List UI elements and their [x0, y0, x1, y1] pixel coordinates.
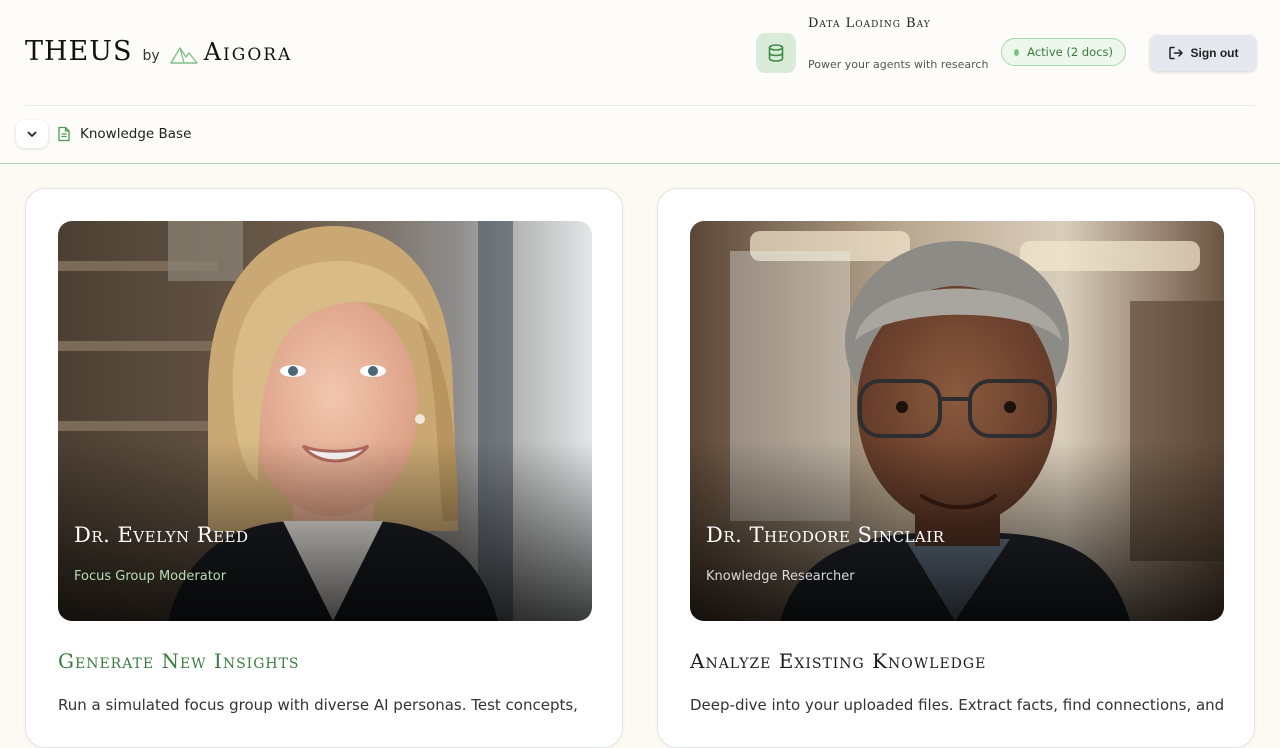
moderator-photo	[58, 221, 592, 621]
status-dot-icon	[1014, 48, 1020, 56]
sign-out-label: Sign out	[1190, 46, 1239, 60]
knowledge-base-bar: Knowledge Base	[0, 106, 1280, 163]
knowledge-base-label[interactable]: Knowledge Base	[80, 126, 191, 142]
section-divider	[0, 163, 1280, 164]
chevron-down-icon	[27, 131, 37, 137]
focus-group-card[interactable]: Dr. Evelyn Reed Focus Group Moderator Ge…	[25, 188, 623, 748]
status-label: Active (2 docs)	[1027, 45, 1113, 59]
card-title: Generate New Insights	[58, 649, 300, 673]
card-description: Deep-dive into your uploaded files. Extr…	[690, 696, 1225, 714]
data-bay-subtitle: Power your agents with research	[808, 58, 989, 71]
database-icon-tile	[756, 33, 796, 73]
mountain-logo-icon	[169, 46, 198, 64]
sign-out-button[interactable]: Sign out	[1150, 35, 1256, 71]
company-name: Aigora	[203, 38, 293, 66]
card-title: Analyze Existing Knowledge	[690, 649, 987, 673]
database-icon	[768, 44, 784, 62]
knowledge-research-card[interactable]: Dr. Theodore Sinclair Knowledge Research…	[657, 188, 1255, 748]
knowledge-base-toggle[interactable]	[16, 120, 48, 148]
status-badge: Active (2 docs)	[1001, 38, 1126, 66]
persona-role: Knowledge Researcher	[706, 569, 855, 584]
brand-by: by	[142, 48, 160, 64]
sign-out-icon	[1168, 46, 1183, 60]
brand-logo[interactable]: THEUS by Aigora	[25, 36, 292, 67]
persona-role: Focus Group Moderator	[74, 569, 227, 584]
brand-name: THEUS	[25, 36, 133, 67]
document-icon	[58, 126, 70, 142]
persona-name: Dr. Evelyn Reed	[74, 523, 249, 547]
researcher-photo	[690, 221, 1224, 621]
card-description: Run a simulated focus group with diverse…	[58, 696, 578, 714]
data-bay-title: Data Loading Bay	[808, 16, 931, 31]
moderator-portrait: Dr. Evelyn Reed Focus Group Moderator	[58, 221, 592, 621]
researcher-portrait: Dr. Theodore Sinclair Knowledge Research…	[690, 221, 1224, 621]
persona-name: Dr. Theodore Sinclair	[706, 523, 945, 547]
app-header: THEUS by Aigora Data Loading Bay Power y…	[0, 0, 1280, 105]
